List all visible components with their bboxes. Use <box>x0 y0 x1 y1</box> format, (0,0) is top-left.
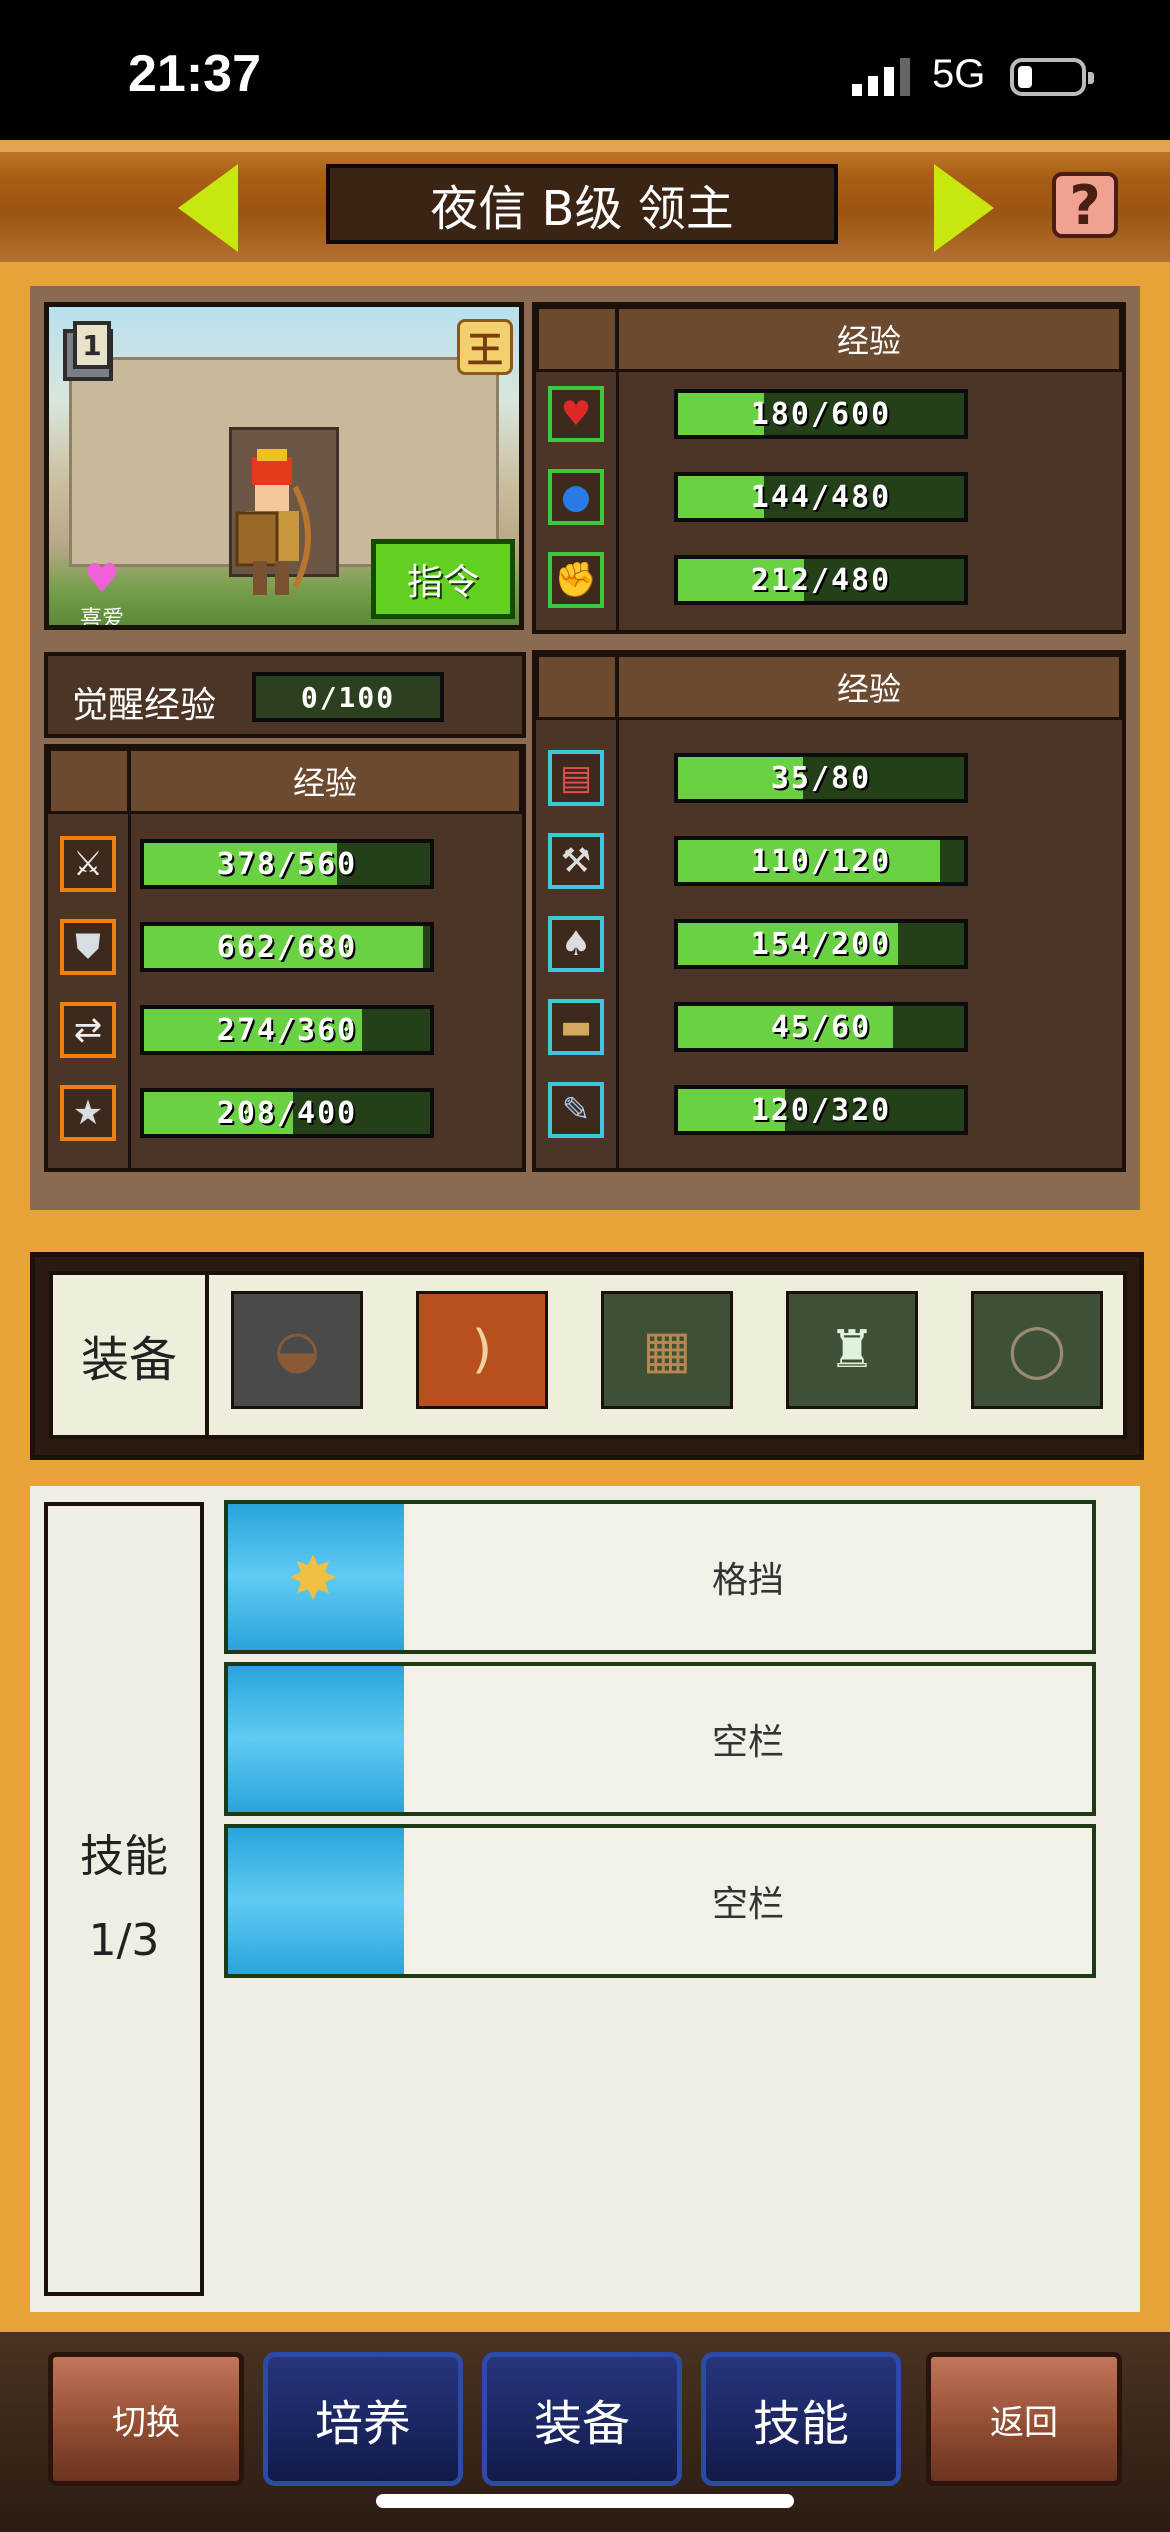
stat-progress-bar: 120/320 <box>674 1085 968 1135</box>
wooden-shield-icon: ▦ <box>642 1320 692 1380</box>
stat-progress-bar: 212/480 <box>674 555 968 605</box>
svg-text:1: 1 <box>82 329 101 362</box>
stat-progress-bar: 662/680 <box>140 922 434 972</box>
home-indicator <box>376 2494 794 2508</box>
previous-arrow-icon[interactable] <box>178 164 238 252</box>
switch-button[interactable]: 切换 <box>48 2352 244 2486</box>
awaken-row: 觉醒经验 0/100 <box>44 652 526 738</box>
equip-slot-weapon[interactable]: ) <box>416 1291 548 1409</box>
rank-1-icon: 1 <box>63 321 113 381</box>
equip-slot-helmet[interactable]: ◒ <box>231 1291 363 1409</box>
bed-icon: ▬ <box>548 999 604 1055</box>
sword-icon: ⚔ <box>60 836 116 892</box>
stat-value: 144/480 <box>750 479 892 515</box>
back-button[interactable]: 返回 <box>926 2352 1122 2486</box>
battery-icon <box>1010 58 1094 96</box>
stat-value: 662/680 <box>216 929 358 965</box>
equipment-inner: 装备 ◒ ) ▦ ♜ ◯ <box>49 1271 1127 1439</box>
potion-icon: ● <box>548 469 604 525</box>
skill-name: 格挡 <box>711 1560 784 1601</box>
speed-arrows-icon: ⇄ <box>60 1002 116 1058</box>
strength-icon: ✊ <box>548 552 604 608</box>
bow-icon: ) <box>471 1320 493 1380</box>
stat-progress-bar: 144/480 <box>674 472 968 522</box>
hammer-icon: ⚒ <box>548 833 604 889</box>
stat-value: 45/60 <box>770 1009 872 1045</box>
character-portrait: 1 王 ♥ 喜爱 指令 <box>44 302 524 630</box>
stat-progress-bar: 45/60 <box>674 1002 968 1052</box>
skills-label: 技能 <box>80 1831 168 1882</box>
vitals-table: 经验 ♥ 180/600 ● 144/480 ✊ 212/480 <box>532 302 1126 634</box>
combat-header-blank <box>48 748 130 814</box>
stat-value: 154/200 <box>750 926 892 962</box>
skills-count: 1/3 <box>88 1915 160 1966</box>
leather-helmet-icon: ◒ <box>274 1320 320 1380</box>
like-indicator: ♥ 喜爱 <box>67 556 137 630</box>
equip-slot-armor[interactable]: ♜ <box>786 1291 918 1409</box>
skill-name: 空栏 <box>711 1884 784 1925</box>
clock: 21:37 <box>128 45 261 103</box>
heart-icon: ♥ <box>548 386 604 442</box>
block-skill-icon: ✸ <box>287 1544 339 1614</box>
awaken-progress-bar: 0/100 <box>252 672 444 722</box>
heart-icon: ♥ <box>84 556 120 602</box>
equip-slot-shield[interactable]: ▦ <box>601 1291 733 1409</box>
stat-value: 110/120 <box>750 843 892 879</box>
character-title: 夜信 B级 领主 <box>326 164 838 244</box>
ring-icon: ◯ <box>1007 1320 1067 1380</box>
stat-progress-bar: 110/120 <box>674 836 968 886</box>
stat-progress-bar: 274/360 <box>140 1005 434 1055</box>
stat-value: 120/320 <box>750 1092 892 1128</box>
stat-value: 274/360 <box>216 1012 358 1048</box>
question-icon[interactable]: ? <box>1052 172 1118 238</box>
equip-button[interactable]: 装备 <box>482 2352 682 2486</box>
green-robe-icon: ♜ <box>828 1320 876 1380</box>
vitals-header: 经验 <box>616 306 1122 372</box>
stat-value: 180/600 <box>750 396 892 432</box>
work-stats-table: 经验 ▤ 35/80 ⚒ 110/120 ♠ 154/200 ▬ 45/60 ✎ 120/320 <box>532 650 1126 1172</box>
character-sprite <box>235 449 311 595</box>
awaken-label: 觉醒经验 <box>72 685 217 726</box>
equipment-panel: 装备 ◒ ) ▦ ♜ ◯ <box>30 1252 1144 1460</box>
work-header: 经验 <box>616 654 1122 720</box>
king-badge: 王 <box>457 319 513 375</box>
equip-slot-accessory[interactable]: ◯ <box>971 1291 1103 1409</box>
vitals-header-blank <box>536 306 618 372</box>
scroll-icon: ✎ <box>548 1082 604 1138</box>
command-button[interactable]: 指令 <box>371 539 515 619</box>
train-button[interactable]: 培养 <box>263 2352 463 2486</box>
skill-slot-3[interactable]: 空栏 <box>224 1824 1096 1978</box>
combat-header: 经验 <box>128 748 522 814</box>
skill-slot-1[interactable]: ✸ 格挡 <box>224 1500 1096 1654</box>
stat-progress-bar: 208/400 <box>140 1088 434 1138</box>
stat-value: 208/400 <box>216 1095 358 1131</box>
shield-icon: ⛊ <box>60 919 116 975</box>
work-header-blank <box>536 654 618 720</box>
like-label: 喜爱 <box>79 607 124 630</box>
title-bar: 夜信 B级 领主 ? <box>0 140 1170 262</box>
equipment-label: 装备 <box>53 1275 209 1435</box>
shovel-icon: ♠ <box>548 916 604 972</box>
skill-button[interactable]: 技能 <box>701 2352 901 2486</box>
next-arrow-icon[interactable] <box>934 164 994 252</box>
book-icon: ▤ <box>548 750 604 806</box>
stat-value: 212/480 <box>750 562 892 598</box>
stat-progress-bar: 35/80 <box>674 753 968 803</box>
cellular-signal-icon <box>852 58 910 96</box>
skill-name: 空栏 <box>711 1722 784 1763</box>
stat-value: 378/560 <box>216 846 358 882</box>
combat-stats-table: 经验 ⚔ 378/560 ⛊ 662/680 ⇄ 274/360 ★ 208/400 <box>44 744 526 1172</box>
skill-slot-2[interactable]: 空栏 <box>224 1662 1096 1816</box>
status-bar: 21:37 5G <box>0 0 1170 140</box>
network-type: 5G <box>932 52 986 96</box>
stat-value: 35/80 <box>770 760 872 796</box>
stat-progress-bar: 180/600 <box>674 389 968 439</box>
star-icon: ★ <box>60 1085 116 1141</box>
skills-label-box: 技能 1/3 <box>44 1502 204 2296</box>
stat-progress-bar: 378/560 <box>140 839 434 889</box>
skills-panel: 技能 1/3 ✸ 格挡 空栏 空栏 <box>30 1486 1140 2312</box>
stat-progress-bar: 154/200 <box>674 919 968 969</box>
